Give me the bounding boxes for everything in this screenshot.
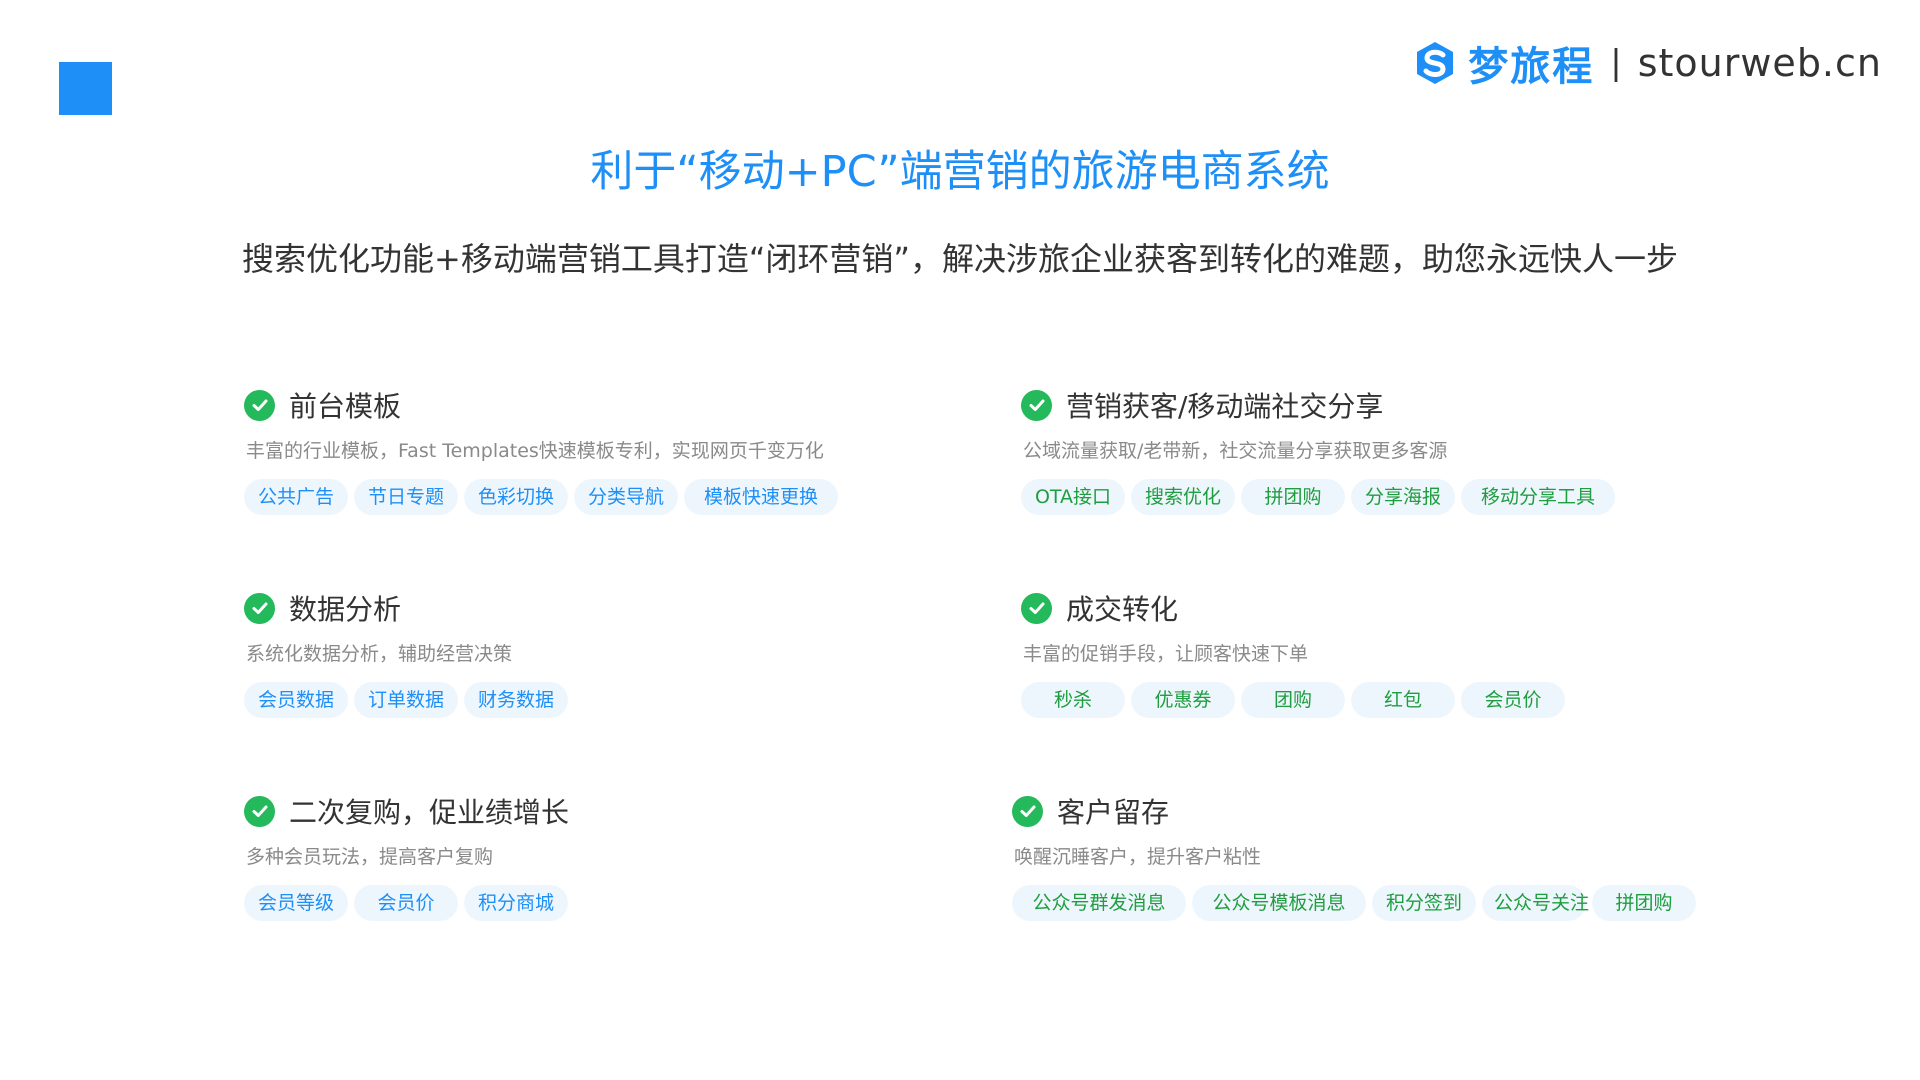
feature-description: 唤醒沉睡客户，提升客户粘性 xyxy=(1014,846,1262,868)
feature-tags: 公共广告 节日专题 色彩切换 分类导航 模板快速更换 xyxy=(244,479,838,515)
tag-quick-template-change[interactable]: 模板快速更换 xyxy=(684,479,838,515)
feature-title: 客户留存 xyxy=(1057,796,1170,829)
tag-coupon[interactable]: 优惠券 xyxy=(1131,682,1235,718)
page-headline: 利于“移动+PC”端营销的旅游电商系统 xyxy=(590,147,1330,197)
tag-color-switch[interactable]: 色彩切换 xyxy=(464,479,568,515)
feature-title: 数据分析 xyxy=(289,593,402,626)
tag-member-price[interactable]: 会员价 xyxy=(354,885,458,921)
brand-separator: | xyxy=(1610,43,1622,83)
brand-name: 梦旅程 xyxy=(1468,44,1595,90)
feature-description: 公域流量获取/老带新，社交流量分享获取更多客源 xyxy=(1023,440,1448,462)
brand-s-icon xyxy=(1417,42,1454,84)
feature-description: 丰富的促销手段，让顾客快速下单 xyxy=(1023,643,1309,665)
feature-title: 二次复购，促业绩增长 xyxy=(289,796,570,829)
tag-order-data[interactable]: 订单数据 xyxy=(354,682,458,718)
tag-team-buy[interactable]: 团购 xyxy=(1241,682,1345,718)
tag-mobile-share-tools[interactable]: 移动分享工具 xyxy=(1461,479,1615,515)
feature-tags: 会员数据 订单数据 财务数据 xyxy=(244,682,568,718)
tag-wechat-broadcast[interactable]: 公众号群发消息 xyxy=(1012,885,1186,921)
page-subheadline: 搜索优化功能+移动端营销工具打造“闭环营销”，解决涉旅企业获客到转化的难题，助您… xyxy=(242,240,1678,278)
check-circle-icon xyxy=(244,592,275,624)
tag-flash-sale[interactable]: 秒杀 xyxy=(1021,682,1125,718)
feature-description: 多种会员玩法，提高客户复购 xyxy=(246,846,494,868)
feature-tags: 会员等级 会员价 积分商城 xyxy=(244,885,569,921)
feature-tags: OTA接口 搜索优化 拼团购 分享海报 移动分享工具 xyxy=(1021,479,1615,515)
brand-url[interactable]: stourweb.cn xyxy=(1638,41,1882,85)
feature-repurchase: 二次复购，促业绩增长 多种会员玩法，提高客户复购 会员等级 会员价 积分商城 xyxy=(244,789,569,921)
check-circle-icon xyxy=(1021,592,1052,624)
feature-description: 丰富的行业模板，Fast Templates快速模板专利，实现网页千变万化 xyxy=(246,440,824,462)
feature-marketing-acquisition: 营销获客/移动端社交分享 公域流量获取/老带新，社交流量分享获取更多客源 OTA… xyxy=(1021,383,1615,515)
check-circle-icon xyxy=(1012,795,1043,827)
tag-finance-data[interactable]: 财务数据 xyxy=(464,682,568,718)
tag-group-buy[interactable]: 拼团购 xyxy=(1592,885,1696,921)
tag-wechat-template-message[interactable]: 公众号模板消息 xyxy=(1192,885,1366,921)
feature-data-analysis: 数据分析 系统化数据分析，辅助经营决策 会员数据 订单数据 财务数据 xyxy=(244,586,568,718)
tag-share-poster[interactable]: 分享海报 xyxy=(1351,479,1455,515)
tag-wechat-follow[interactable]: 公众号关注 xyxy=(1482,885,1589,921)
feature-title: 成交转化 xyxy=(1066,593,1179,626)
tag-group-buy[interactable]: 拼团购 xyxy=(1241,479,1345,515)
tag-red-packet[interactable]: 红包 xyxy=(1351,682,1455,718)
feature-description: 系统化数据分析，辅助经营决策 xyxy=(246,643,513,665)
feature-front-templates: 前台模板 丰富的行业模板，Fast Templates快速模板专利，实现网页千变… xyxy=(244,383,838,515)
tag-public-ads[interactable]: 公共广告 xyxy=(244,479,348,515)
tag-member-level[interactable]: 会员等级 xyxy=(244,885,348,921)
tag-holiday-topics[interactable]: 节日专题 xyxy=(354,479,458,515)
tag-member-data[interactable]: 会员数据 xyxy=(244,682,348,718)
brand-logo[interactable]: 梦旅程 | stourweb.cn xyxy=(1412,36,1882,90)
check-circle-icon xyxy=(244,795,275,827)
feature-title: 前台模板 xyxy=(289,390,402,423)
feature-tags: 公众号群发消息 公众号模板消息 积分签到 公众号关注 拼团购 xyxy=(1012,885,1696,921)
feature-customer-retention: 客户留存 唤醒沉睡客户，提升客户粘性 公众号群发消息 公众号模板消息 积分签到 … xyxy=(1012,789,1696,921)
tag-ota-interface[interactable]: OTA接口 xyxy=(1021,479,1125,515)
feature-title: 营销获客/移动端社交分享 xyxy=(1066,390,1384,423)
check-circle-icon xyxy=(1021,389,1052,421)
check-circle-icon xyxy=(244,389,275,421)
feature-tags: 秒杀 优惠券 团购 红包 会员价 xyxy=(1021,682,1565,718)
tag-points-checkin[interactable]: 积分签到 xyxy=(1372,885,1476,921)
tag-points-mall[interactable]: 积分商城 xyxy=(464,885,568,921)
feature-conversion: 成交转化 丰富的促销手段，让顾客快速下单 秒杀 优惠券 团购 红包 会员价 xyxy=(1021,586,1565,718)
tag-category-nav[interactable]: 分类导航 xyxy=(574,479,678,515)
corner-accent-square xyxy=(59,62,112,115)
tag-seo[interactable]: 搜索优化 xyxy=(1131,479,1235,515)
tag-member-price[interactable]: 会员价 xyxy=(1461,682,1565,718)
